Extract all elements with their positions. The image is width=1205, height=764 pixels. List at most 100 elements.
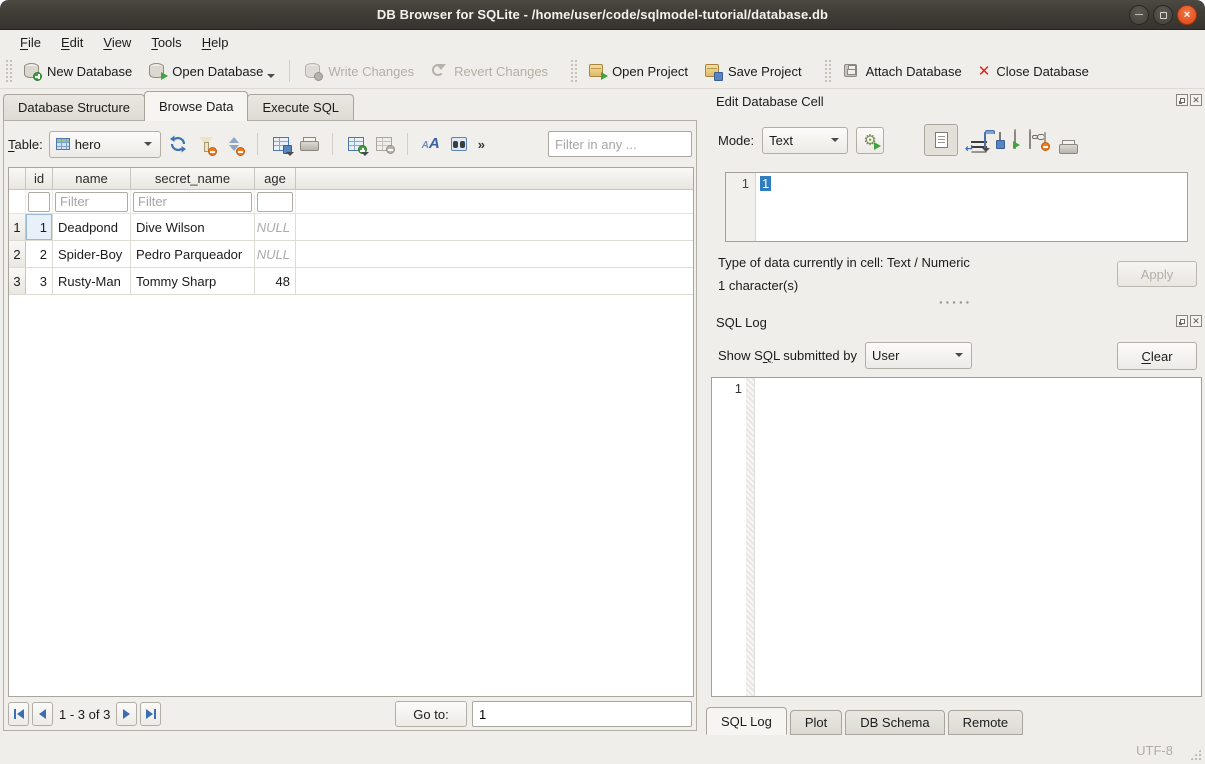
minimize-button[interactable]: ─	[1129, 5, 1149, 25]
set-as-link-button[interactable]	[1029, 133, 1031, 148]
cell-secret-name[interactable]: Tommy Sharp	[131, 268, 255, 294]
table-select[interactable]: hero	[49, 131, 161, 158]
dock-tab-db-schema[interactable]: DB Schema	[845, 710, 944, 735]
menu-edit[interactable]: Edit	[51, 32, 93, 53]
tab-browse-data[interactable]: Browse Data	[144, 91, 248, 121]
refresh-button[interactable]	[167, 132, 189, 156]
filter-input-age[interactable]	[257, 192, 293, 212]
menu-view[interactable]: View	[93, 32, 141, 53]
cell-id[interactable]: 1	[26, 214, 53, 240]
cell-name[interactable]: Spider-Boy	[53, 241, 131, 267]
open-external-button[interactable]	[1014, 133, 1016, 148]
set-null-button[interactable]	[1044, 133, 1046, 148]
toolbar-handle[interactable]	[5, 59, 12, 83]
column-header-id[interactable]: id	[26, 168, 53, 190]
clear-filters-button[interactable]	[195, 132, 217, 156]
clear-log-button[interactable]: Clear	[1117, 342, 1197, 370]
cell-editor-line-number: 1	[726, 173, 756, 241]
filter-any-column-input[interactable]	[548, 131, 692, 157]
maximize-button[interactable]	[1153, 5, 1173, 25]
insert-dropdown-icon[interactable]	[361, 152, 369, 156]
sql-source-select[interactable]: User	[865, 342, 972, 369]
tab-database-structure[interactable]: Database Structure	[3, 94, 145, 121]
toolbar-overflow-chevron[interactable]: »	[476, 137, 487, 152]
open-database-button[interactable]: Open Database	[140, 58, 283, 84]
chevron-down-icon	[144, 142, 152, 146]
export-table-button[interactable]	[270, 132, 292, 156]
goto-button[interactable]: Go to:	[395, 701, 467, 727]
cell-secret-name[interactable]: Pedro Parqueador	[131, 241, 255, 267]
save-badge-icon	[996, 140, 1005, 149]
auto-apply-format-button[interactable]: ⚙	[856, 127, 884, 154]
toolbar-handle[interactable]	[824, 59, 831, 83]
cell-id[interactable]: 3	[26, 268, 53, 294]
resize-grip[interactable]	[1189, 748, 1202, 761]
column-header-age[interactable]: age	[255, 168, 296, 190]
filter-input-name[interactable]	[55, 192, 128, 212]
dock-tab-plot[interactable]: Plot	[790, 710, 842, 735]
cell-name[interactable]: Deadpond	[53, 214, 131, 240]
row-number[interactable]: 2	[9, 241, 26, 267]
row-number[interactable]: 1	[9, 214, 26, 240]
menu-file[interactable]: File	[10, 32, 51, 53]
dock-tab-sql-log[interactable]: SQL Log	[706, 707, 787, 735]
sql-log-editor[interactable]: 1	[711, 377, 1202, 697]
find-in-table-button[interactable]	[448, 132, 470, 156]
cell-secret-name[interactable]: Dive Wilson	[131, 214, 255, 240]
column-header-name[interactable]: name	[53, 168, 131, 190]
float-panel-button[interactable]	[1176, 94, 1188, 106]
edit-display-format-button[interactable]: AA	[420, 132, 442, 156]
open-project-button[interactable]: Open Project	[580, 58, 696, 84]
cell-age[interactable]: 48	[255, 268, 296, 294]
new-database-button[interactable]: New Database	[15, 58, 140, 84]
text-mode-toggle[interactable]	[924, 124, 958, 156]
menu-help[interactable]: Help	[192, 32, 239, 53]
open-folder-icon	[984, 132, 986, 149]
toolbar-separator	[257, 133, 258, 155]
clear-sorting-button[interactable]	[223, 132, 245, 156]
menu-tools[interactable]: Tools	[141, 32, 191, 53]
close-panel-button[interactable]: ✕	[1190, 94, 1202, 106]
row-number[interactable]: 3	[9, 268, 26, 294]
link-chain-icon	[1032, 135, 1038, 139]
log-content[interactable]	[755, 378, 1201, 696]
attach-database-button[interactable]: Attach Database	[834, 58, 970, 84]
close-panel-button[interactable]: ✕	[1190, 315, 1202, 327]
cell-age[interactable]: NULL	[255, 241, 296, 267]
close-button[interactable]: ×	[1177, 5, 1197, 25]
encoding-indicator[interactable]: UTF-8	[1136, 743, 1173, 758]
cell-editor-content[interactable]: 1	[756, 173, 1187, 241]
print-table-button[interactable]	[298, 132, 320, 156]
import-dropdown-icon[interactable]	[982, 148, 990, 152]
tab-execute-sql[interactable]: Execute SQL	[247, 94, 354, 121]
goto-input[interactable]	[472, 701, 692, 727]
float-panel-button[interactable]	[1176, 315, 1188, 327]
filter-input-secret-name[interactable]	[133, 192, 252, 212]
last-record-button[interactable]	[140, 702, 161, 726]
table-row: 1 1 Deadpond Dive Wilson NULL	[9, 214, 693, 241]
import-data-button[interactable]	[984, 133, 986, 148]
column-header-secret-name[interactable]: secret_name	[131, 168, 255, 190]
next-record-button[interactable]	[116, 702, 137, 726]
dock-splitter[interactable]	[706, 297, 1205, 307]
cell-name[interactable]: Rusty-Man	[53, 268, 131, 294]
export-data-button[interactable]	[999, 133, 1001, 148]
filter-input-id[interactable]	[28, 192, 50, 212]
write-changes-icon	[304, 62, 322, 80]
dock-tab-remote[interactable]: Remote	[948, 710, 1024, 735]
export-dropdown-icon[interactable]	[286, 152, 294, 156]
toolbar-handle[interactable]	[570, 59, 577, 83]
cell-age[interactable]: NULL	[255, 214, 296, 240]
previous-record-button[interactable]	[32, 702, 53, 726]
cell-id[interactable]: 2	[26, 241, 53, 267]
insert-record-button[interactable]	[345, 132, 367, 156]
close-database-button[interactable]: ✕ Close Database	[970, 60, 1097, 83]
attach-database-icon	[842, 62, 860, 80]
open-database-dropdown-icon[interactable]	[267, 74, 275, 78]
grid-filter-row	[9, 190, 693, 214]
cell-editor[interactable]: 1 1	[725, 172, 1188, 242]
first-record-button[interactable]	[8, 702, 29, 726]
mode-select[interactable]: Text	[762, 127, 848, 154]
save-project-button[interactable]: Save Project	[696, 58, 810, 84]
panel-splitter[interactable]	[699, 89, 705, 735]
